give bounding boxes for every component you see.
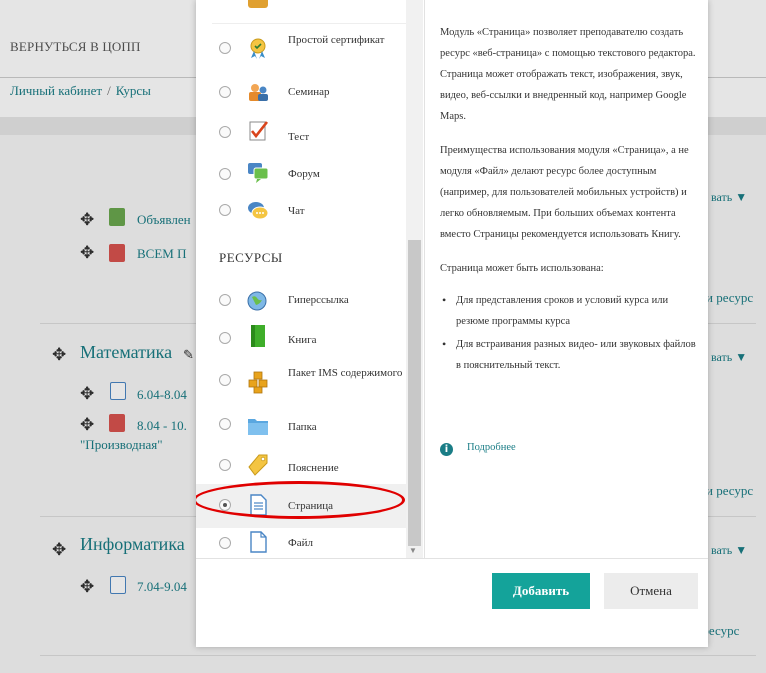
cancel-button[interactable]: Отмена — [604, 573, 698, 609]
module-label: Простой сертификат — [288, 34, 385, 46]
help-list-item: Для встраивания разных видео- или звуков… — [440, 334, 702, 376]
radio-button[interactable] — [219, 332, 231, 344]
module-list[interactable]: Простой сертификат Семинар Тест Форум Ча… — [196, 0, 424, 558]
highlight-ellipse — [196, 481, 405, 519]
more-help-link[interactable]: i Подробнее — [440, 442, 516, 456]
radio-button[interactable] — [219, 418, 231, 430]
radio-button[interactable] — [219, 459, 231, 471]
workshop-icon — [249, 84, 268, 101]
module-option-chat[interactable]: Чат — [196, 192, 406, 236]
scroll-down-arrow-icon[interactable]: ▼ — [409, 546, 417, 555]
more-help-label: Подробнее — [467, 442, 516, 453]
quiz-icon — [249, 121, 269, 141]
chat-icon — [248, 202, 269, 220]
ims-package-icon — [248, 371, 268, 394]
module-option-book[interactable]: Книга — [196, 318, 406, 362]
folder-icon — [248, 419, 268, 435]
help-paragraph: Страница может быть использована: — [440, 263, 604, 274]
book-icon — [251, 325, 265, 347]
module-label: Тест — [288, 131, 310, 143]
module-option-quiz[interactable]: Тест — [196, 110, 406, 154]
module-label: Семинар — [288, 86, 330, 98]
module-option-certificate[interactable]: Простой сертификат — [196, 26, 406, 70]
file-icon — [250, 531, 267, 553]
add-button[interactable]: Добавить — [492, 573, 590, 609]
certificate-icon — [250, 38, 266, 59]
module-label: Пакет IMS содержимого — [288, 367, 403, 379]
radio-button[interactable] — [219, 537, 231, 549]
module-label: Папка — [288, 421, 317, 433]
help-list-item: Для представления сроков и условий курса… — [440, 290, 702, 332]
module-help-pane: Модуль «Страница» позволяет преподавател… — [440, 22, 702, 378]
help-paragraph: Преимущества использования модуля «Стран… — [440, 145, 689, 240]
module-option-folder[interactable]: Папка — [196, 404, 406, 448]
radio-button[interactable] — [219, 168, 231, 180]
radio-button[interactable] — [219, 42, 231, 54]
activity-icon-partial — [248, 0, 268, 8]
help-list: Для представления сроков и условий курса… — [440, 290, 702, 376]
list-divider — [212, 23, 406, 24]
activity-chooser-dialog: Простой сертификат Семинар Тест Форум Ча… — [196, 0, 708, 647]
radio-button[interactable] — [219, 374, 231, 386]
pane-divider — [424, 0, 425, 558]
help-paragraph: Модуль «Страница» позволяет преподавател… — [440, 27, 696, 122]
scrollbar-thumb[interactable] — [408, 240, 421, 546]
module-label: Пояснение — [288, 462, 339, 474]
module-label: Чат — [288, 205, 305, 217]
module-label: Книга — [288, 334, 317, 346]
module-option-ims[interactable]: Пакет IMS содержимого — [196, 360, 406, 404]
label-icon — [248, 454, 268, 476]
radio-button[interactable] — [219, 126, 231, 138]
radio-button[interactable] — [219, 86, 231, 98]
module-label: Гиперссылка — [288, 294, 349, 306]
footer-divider — [196, 558, 708, 559]
url-icon — [247, 291, 267, 311]
module-label: Файл — [288, 537, 313, 549]
module-option-workshop[interactable]: Семинар — [196, 70, 406, 114]
module-label: Форум — [288, 168, 320, 180]
radio-button[interactable] — [219, 294, 231, 306]
forum-icon — [248, 163, 269, 183]
resources-section-heading: РЕСУРСЫ — [219, 250, 283, 265]
module-option-url[interactable]: Гиперссылка — [196, 278, 406, 322]
info-icon: i — [440, 443, 453, 456]
radio-button[interactable] — [219, 204, 231, 216]
module-option-forum[interactable]: Форум — [196, 152, 406, 196]
module-option-file[interactable]: Файл — [196, 522, 406, 558]
